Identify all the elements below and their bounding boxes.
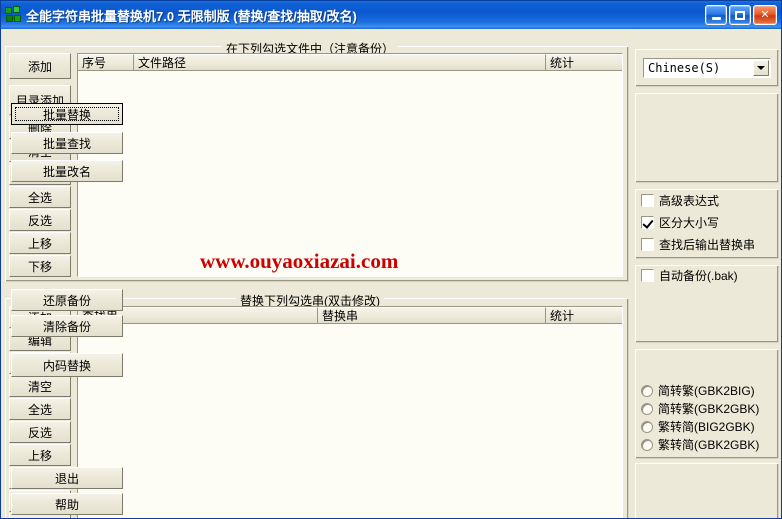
file-move-up-button[interactable]: 上移	[9, 232, 71, 254]
radio-big2gbk-icon[interactable]	[641, 420, 653, 433]
file-add-button[interactable]: 添加	[9, 53, 71, 79]
restore-backup-button[interactable]: 还原备份	[11, 289, 123, 311]
checkbox-auto-backup-icon[interactable]	[641, 269, 654, 282]
exit-label: 退出	[54, 471, 79, 486]
radio-gbk2gbk-t2s-icon[interactable]	[641, 438, 653, 451]
checkbox-advanced-regex-icon[interactable]	[641, 194, 654, 207]
option-case-sensitive[interactable]: 区分大小写	[641, 214, 719, 231]
app-blocks-icon	[5, 6, 23, 24]
files-list-header: 序号 文件路径 统计	[78, 54, 622, 71]
files-col-count[interactable]: 统计	[546, 54, 622, 71]
minimize-button[interactable]	[705, 5, 727, 25]
exit-button[interactable]: 退出	[11, 467, 123, 489]
maximize-icon	[735, 10, 745, 20]
site-watermark: www.ouyaoxiazai.com	[200, 249, 399, 273]
option-auto-backup[interactable]: 自动备份(.bak)	[641, 267, 738, 284]
strings-list-body[interactable]	[78, 324, 622, 518]
help-button[interactable]: 帮助	[11, 493, 123, 515]
language-selected-value: Chinese(S)	[648, 61, 721, 75]
close-icon: ✕	[760, 8, 770, 21]
checkbox-output-after-find-icon[interactable]	[641, 238, 654, 251]
radio-gbk2big-label: 简转繁(GBK2BIG)	[658, 384, 755, 398]
encoding-replace-label: 内码替换	[42, 358, 91, 373]
title-bar[interactable]: 全能字符串批量替换机7.0 无限制版 (替换/查找/抽取/改名) ✕	[1, 1, 781, 29]
file-move-down-button[interactable]: 下移	[9, 255, 71, 277]
str-select-all-label: 全选	[27, 402, 52, 417]
str-export-label: 导出	[28, 516, 52, 519]
str-clear-label: 清空	[27, 379, 52, 394]
str-move-up-button[interactable]: 上移	[9, 444, 71, 466]
batch-replace-button[interactable]: 批量替换	[11, 103, 123, 125]
radio-gbk2gbk-t2s-label: 繁转简(GBK2GBK)	[658, 438, 760, 452]
file-move-up-label: 上移	[27, 236, 52, 251]
file-invert-select-label: 反选	[27, 213, 52, 228]
str-invert-select-button[interactable]: 反选	[9, 421, 71, 443]
checkbox-case-sensitive-icon[interactable]	[641, 216, 654, 229]
option-auto-backup-label: 自动备份(.bak)	[659, 269, 738, 283]
clear-backup-button[interactable]: 清除备份	[11, 315, 123, 337]
window-controls: ✕	[705, 5, 777, 25]
strings-col-replace[interactable]: 替换串	[318, 307, 546, 324]
help-label: 帮助	[54, 497, 79, 512]
strings-list[interactable]: 查找串 替换串 统计	[77, 306, 623, 518]
encoding-replace-button[interactable]: 内码替换	[11, 353, 123, 377]
maximize-button[interactable]	[729, 5, 751, 25]
chevron-down-icon[interactable]	[753, 60, 769, 76]
strings-list-header: 查找串 替换串 统计	[78, 307, 622, 324]
file-invert-select-button[interactable]: 反选	[9, 209, 71, 231]
application-window: 全能字符串批量替换机7.0 无限制版 (替换/查找/抽取/改名) ✕ 在下列勾选…	[0, 0, 782, 519]
file-move-down-label: 下移	[27, 259, 52, 274]
str-select-all-button[interactable]: 全选	[9, 398, 71, 420]
batch-find-button[interactable]: 批量查找	[11, 132, 123, 154]
option-output-after-find-label: 查找后输出替换串	[659, 238, 756, 252]
restore-backup-label: 还原备份	[42, 293, 91, 308]
radio-big2gbk[interactable]: 繁转简(BIG2GBK)	[641, 418, 755, 435]
option-advanced-regex-label: 高级表达式	[659, 194, 720, 208]
radio-gbk2big[interactable]: 简转繁(GBK2BIG)	[641, 382, 755, 399]
window-title: 全能字符串批量替换机7.0 无限制版 (替换/查找/抽取/改名)	[26, 8, 357, 24]
minimize-icon	[711, 16, 721, 20]
close-button[interactable]: ✕	[753, 5, 777, 25]
radio-gbk2gbk-s2t-label: 简转繁(GBK2GBK)	[658, 402, 760, 416]
radio-gbk2gbk-s2t-icon[interactable]	[641, 402, 653, 415]
file-add-label: 添加	[27, 59, 52, 74]
footer-group	[635, 463, 779, 518]
batch-rename-button[interactable]: 批量改名	[11, 160, 123, 182]
batch-find-label: 批量查找	[42, 136, 91, 151]
radio-gbk2gbk-s2t[interactable]: 简转繁(GBK2GBK)	[641, 400, 759, 417]
file-select-all-button[interactable]: 全选	[9, 186, 71, 208]
files-col-index[interactable]: 序号	[78, 54, 134, 71]
files-list-body[interactable]: www.ouyaoxiazai.com	[78, 71, 622, 276]
clear-backup-label: 清除备份	[42, 319, 91, 334]
strings-col-count[interactable]: 统计	[546, 307, 622, 324]
radio-gbk2gbk-t2s[interactable]: 繁转简(GBK2GBK)	[641, 436, 759, 453]
option-case-sensitive-label: 区分大小写	[659, 216, 720, 230]
str-move-up-label: 上移	[27, 448, 52, 463]
batch-replace-label: 批量替换	[15, 107, 119, 122]
radio-gbk2big-icon[interactable]	[641, 384, 653, 397]
option-advanced-regex[interactable]: 高级表达式	[641, 192, 719, 209]
files-col-path[interactable]: 文件路径	[134, 54, 546, 71]
files-list[interactable]: 序号 文件路径 统计 www.ouyaoxiazai.com	[77, 53, 623, 277]
actions-group	[635, 93, 779, 183]
batch-rename-label: 批量改名	[42, 164, 91, 179]
str-clear-button[interactable]: 清空	[9, 375, 71, 397]
file-select-all-label: 全选	[27, 190, 52, 205]
language-select[interactable]: Chinese(S)	[643, 58, 771, 78]
option-output-after-find[interactable]: 查找后输出替换串	[641, 236, 755, 253]
radio-big2gbk-label: 繁转简(BIG2GBK)	[658, 420, 755, 434]
str-invert-select-label: 反选	[27, 425, 52, 440]
